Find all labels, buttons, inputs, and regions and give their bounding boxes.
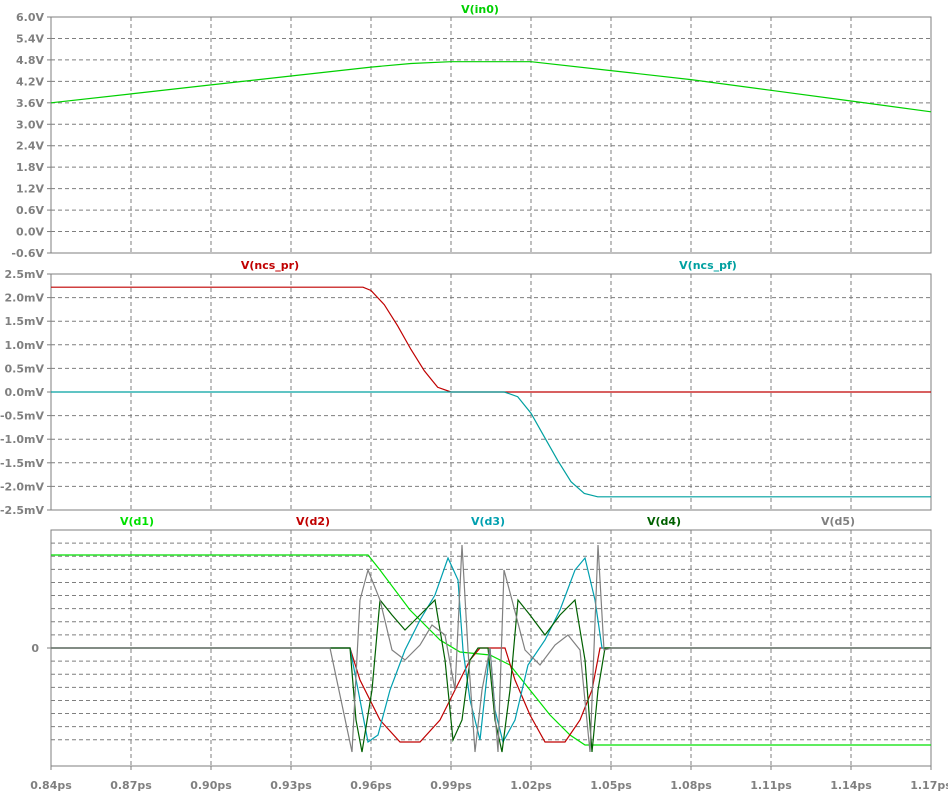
pane-1-traces [50,61,932,113]
x-tick-label: 0.93ps [270,779,312,792]
legend-label: V(ncs_pf) [679,259,737,272]
pane-2-traces [51,286,931,498]
y-tick-label: -0.6V [11,247,44,260]
y-tick-label: 6.0V [16,11,44,24]
y-tick-label: 2.0mV [5,292,45,305]
pane-1-labels: V(in0) [461,3,499,16]
pane-2-labels: V(ncs_pr) V(ncs_pf) [241,259,737,272]
legend-label: V(ncs_pr) [241,259,299,272]
legend-label: V(d1) [120,515,154,528]
series-line [51,556,931,744]
x-tick-label: 1.02ps [510,779,552,792]
series-line [50,61,932,113]
series-line [51,554,931,746]
pane-3-labels: V(d1) V(d2) V(d3) V(d4) V(d5) [120,515,855,528]
y-tick-label: 3.0V [16,118,44,131]
y-tick-label: 0.5mV [5,362,45,375]
y-tick-label: -1.0mV [0,433,44,446]
series-line [51,286,931,393]
x-tick-label: 1.17ps [910,779,948,792]
series-line [51,598,931,753]
y-tick-label: 4.2V [16,75,44,88]
legend-label: V(d2) [296,515,330,528]
y-tick-label: 0.6V [16,204,44,217]
x-tick-label: 0.90ps [190,779,232,792]
x-tick-label: 1.11ps [750,779,792,792]
legend-label: V(d4) [647,515,681,528]
pane-3-traces [51,544,931,753]
y-tick-label: -2.0mV [0,480,44,493]
y-tick-label: 5.4V [16,32,44,45]
x-axis: 0.84ps 0.87ps 0.90ps 0.93ps 0.96ps 0.99ps 1.02… [30,766,948,792]
x-tick-label: 0.87ps [110,779,152,792]
x-tick-label: 1.14ps [830,779,872,792]
y-tick-label: 0.0V [16,226,44,239]
y-tick-label: 2.5mV [5,268,45,281]
legend-label: V(d5) [821,515,855,528]
y-tick-label: 3.6V [16,97,44,110]
y-tick-label: 1.2V [16,183,44,196]
y-tick-label: 0.0mV [5,386,45,399]
pane-frame [50,16,932,254]
series-line [51,391,931,498]
y-tick-label: -1.5mV [0,457,44,470]
x-tick-label: 0.84ps [30,779,72,792]
x-tick-label: 0.96ps [350,779,392,792]
x-tick-label: 1.08ps [670,779,712,792]
y-tick-label: 1.5mV [5,315,45,328]
x-tick-label: 0.99ps [430,779,472,792]
y-tick-label: 0 [31,642,39,655]
legend-label: V(in0) [461,3,499,16]
y-tick-label: -2.5mV [0,504,44,517]
y-tick-label: 1.0mV [5,339,45,352]
y-tick-label: -0.5mV [0,410,44,423]
y-tick-label: 1.8V [16,161,44,174]
pane-1-grid: 6.0V 5.4V 4.8V 4.2V 3.6V 3.0V 2.4V 1.8V 1.2V 0.6V… [11,11,932,260]
waveform-viewer: 6.0V 5.4V 4.8V 4.2V 3.6V 3.0V 2.4V 1.8V 1.2V 0.6V… [0,3,948,792]
x-tick-label: 1.05ps [590,779,632,792]
legend-label: V(d3) [471,515,505,528]
y-tick-label: 4.8V [16,54,44,67]
y-tick-label: 2.4V [16,140,44,153]
